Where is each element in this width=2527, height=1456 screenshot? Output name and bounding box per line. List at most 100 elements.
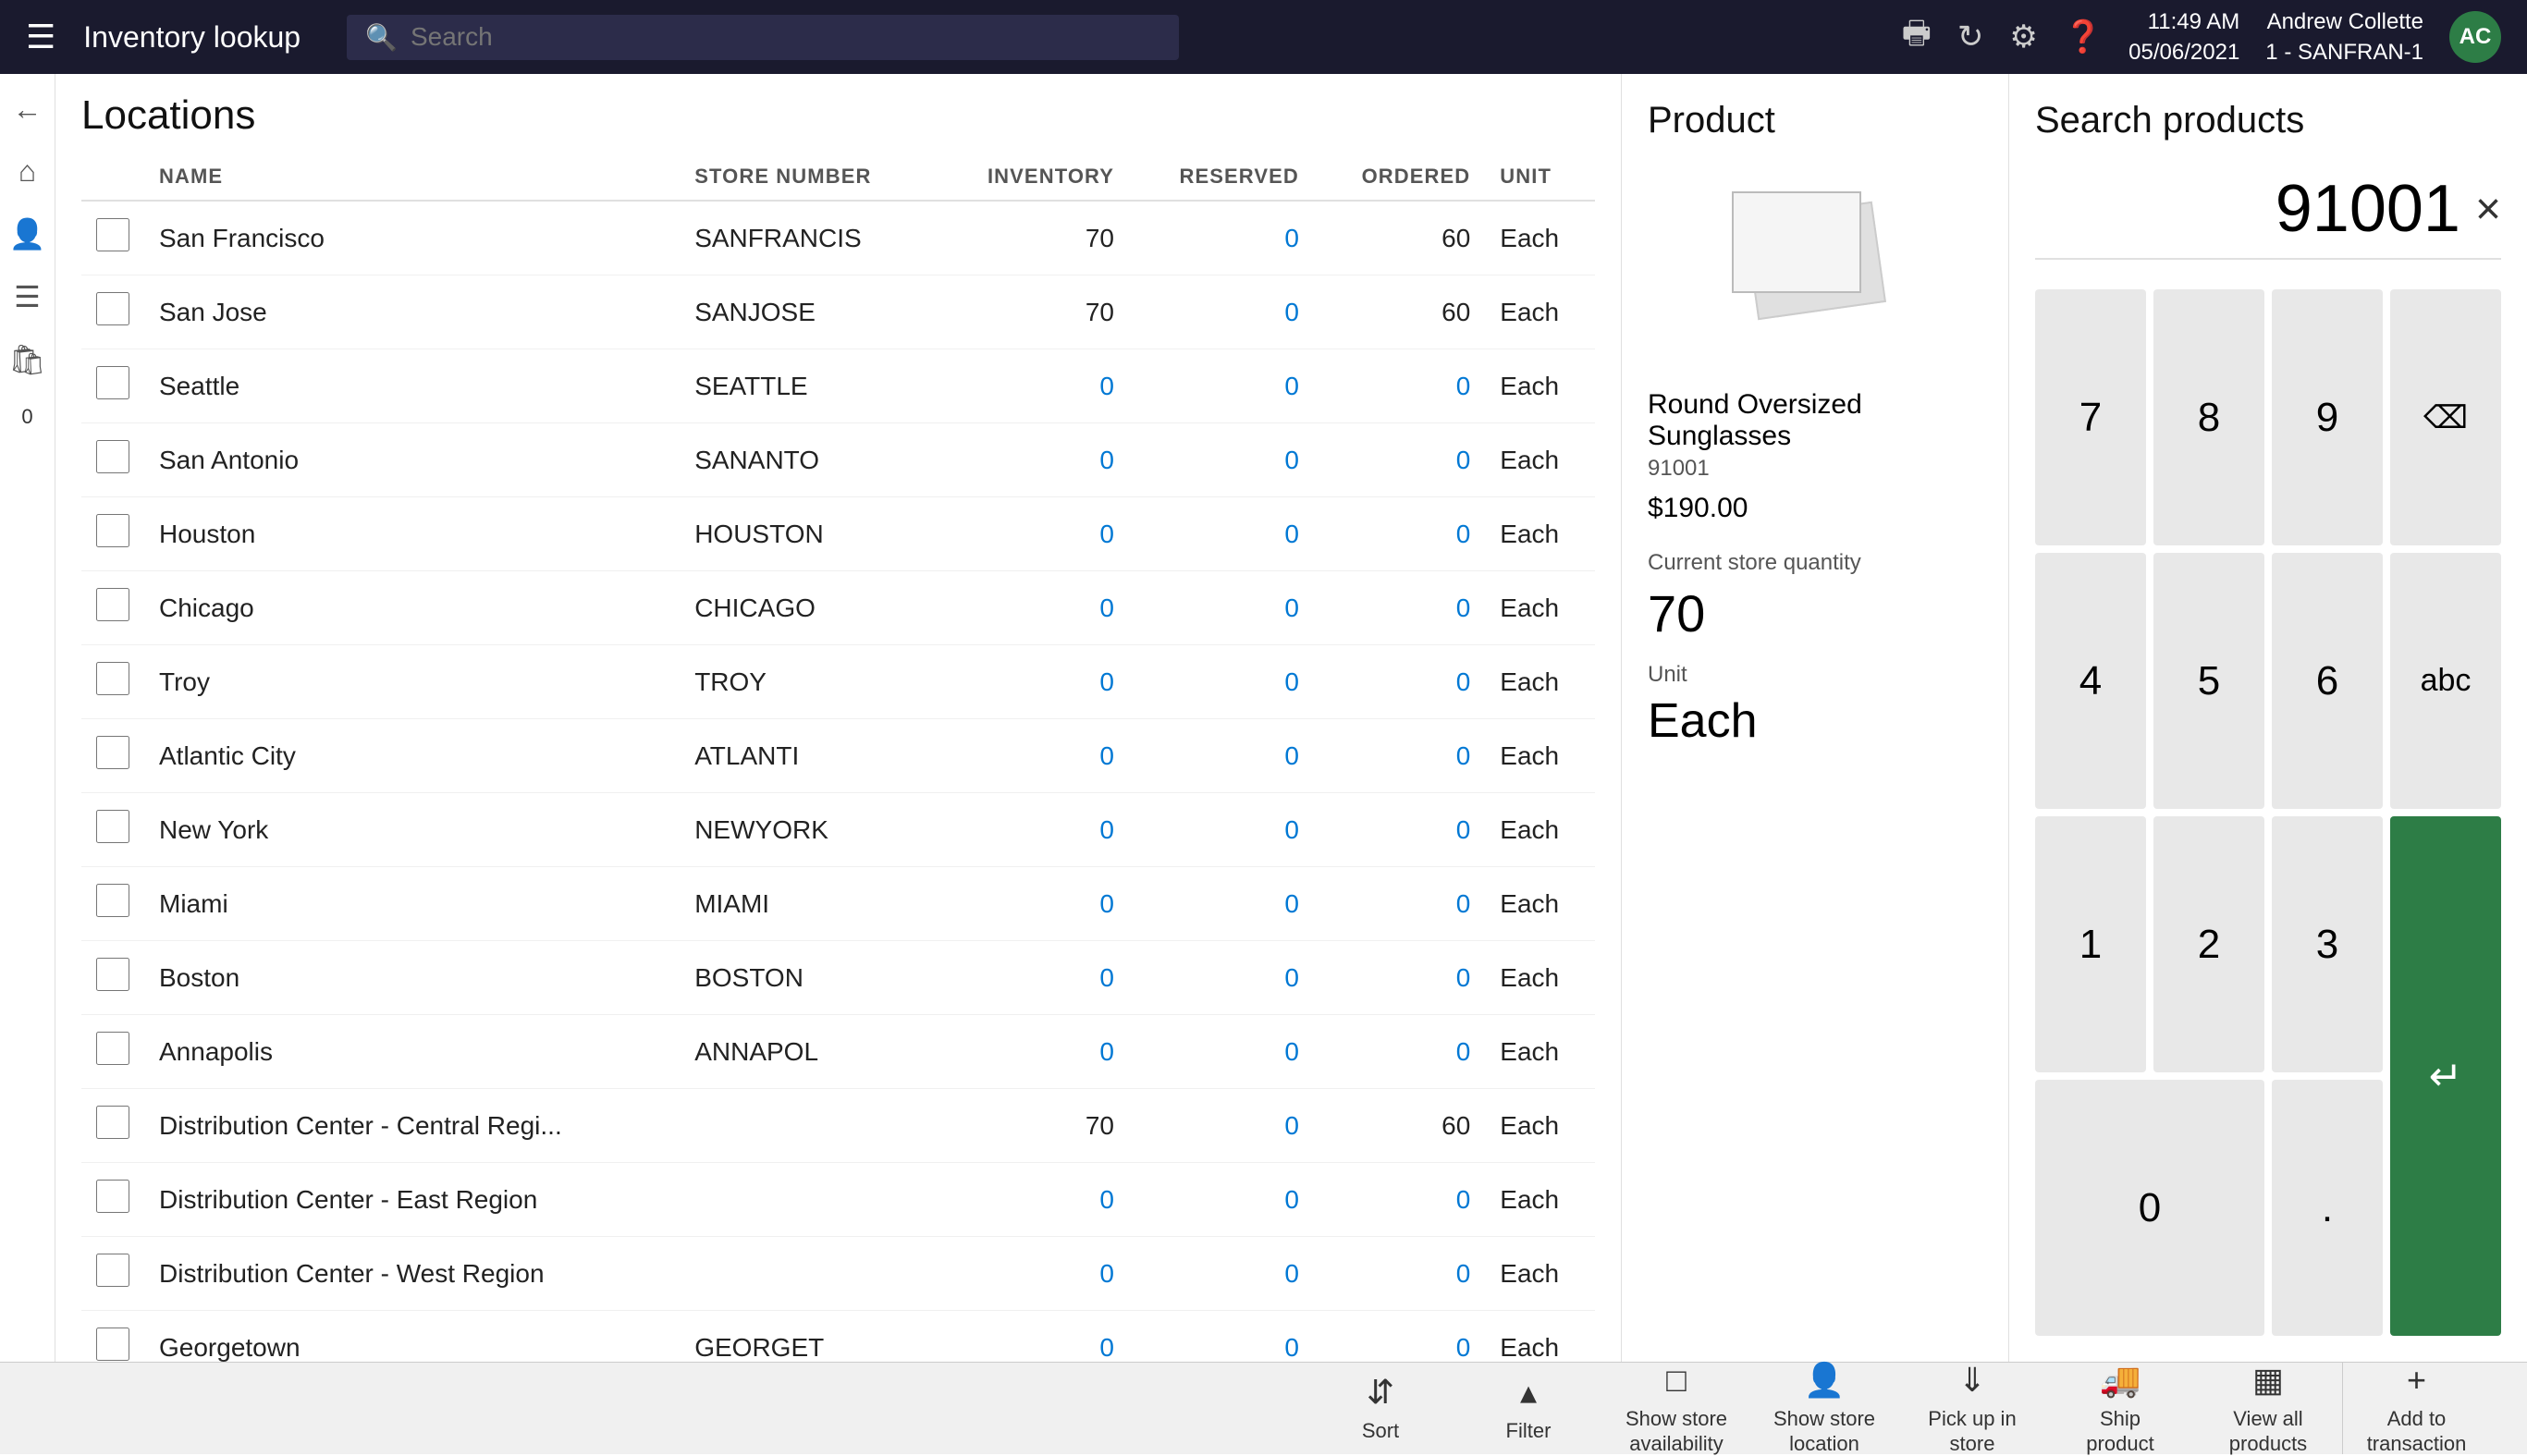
row-checkbox-8[interactable] [96, 810, 129, 843]
user-store: 1 - SANFRAN-1 [2265, 38, 2423, 67]
row-checkbox-2[interactable] [96, 366, 129, 399]
show-store-location-button[interactable]: 👤 Show storelocation [1750, 1363, 1898, 1454]
table-row: Georgetown GEORGET 0 0 0 Each [81, 1311, 1595, 1363]
numpad-2[interactable]: 2 [2153, 816, 2264, 1072]
row-checkbox-9[interactable] [96, 884, 129, 917]
product-img-front [1732, 191, 1861, 293]
left-sidebar: ← ⌂ 👤 ☰ 🛍 0 [0, 74, 55, 1362]
table-row: Seattle SEATTLE 0 0 0 Each [81, 349, 1595, 423]
row-store-number: TROY [680, 645, 935, 719]
row-checkbox-7[interactable] [96, 736, 129, 769]
row-check-cell [81, 1089, 144, 1163]
row-unit: Each [1485, 867, 1595, 941]
row-reserved: 0 [1129, 793, 1314, 867]
numpad-dot[interactable]: . [2272, 1080, 2383, 1336]
refresh-icon[interactable]: ↻ [1957, 18, 1984, 55]
numpad-7[interactable]: 7 [2035, 289, 2146, 545]
numpad-0[interactable]: 0 [2035, 1080, 2264, 1336]
sort-button[interactable]: ⇵ Sort [1306, 1363, 1454, 1454]
row-check-cell [81, 571, 144, 645]
row-name: Distribution Center - Central Regi... [144, 1089, 680, 1163]
search-input[interactable] [411, 22, 1160, 52]
row-check-cell [81, 423, 144, 497]
row-unit: Each [1485, 275, 1595, 349]
ship-icon: 🚚 [2100, 1361, 2141, 1400]
numpad-backspace[interactable]: ⌫ [2390, 289, 2501, 545]
person-icon[interactable]: 👤 [9, 216, 46, 251]
home-icon[interactable]: ⌂ [18, 154, 36, 189]
row-checkbox-3[interactable] [96, 440, 129, 473]
row-checkbox-1[interactable] [96, 292, 129, 325]
col-inventory: INVENTORY [936, 153, 1129, 201]
row-checkbox-13[interactable] [96, 1180, 129, 1213]
row-store-number [680, 1089, 935, 1163]
row-checkbox-10[interactable] [96, 958, 129, 991]
row-name: Annapolis [144, 1015, 680, 1089]
col-reserved: RESERVED [1129, 153, 1314, 201]
numpad-1[interactable]: 1 [2035, 816, 2146, 1072]
numpad-enter[interactable]: ↵ [2390, 816, 2501, 1336]
table-row: Distribution Center - West Region 0 0 0 … [81, 1237, 1595, 1311]
row-unit: Each [1485, 793, 1595, 867]
row-checkbox-12[interactable] [96, 1106, 129, 1139]
product-price: $190.00 [1648, 493, 1982, 524]
pick-up-store-button[interactable]: ⇓ Pick up instore [1898, 1363, 2046, 1454]
show-store-availability-button[interactable]: □ Show storeavailability [1602, 1363, 1750, 1454]
numpad-8[interactable]: 8 [2153, 289, 2264, 545]
numpad-3[interactable]: 3 [2272, 816, 2383, 1072]
bag-icon[interactable]: 🛍 [8, 342, 46, 377]
table-row: San Francisco SANFRANCIS 70 0 60 Each [81, 201, 1595, 275]
topbar-time: 11:49 AM [2148, 7, 2240, 36]
numpad-close-icon[interactable]: × [2475, 184, 2501, 235]
back-icon[interactable]: ← [13, 92, 43, 127]
row-reserved: 0 [1129, 645, 1314, 719]
monitor-icon[interactable]: 🖶 [1902, 11, 1932, 64]
row-reserved: 0 [1129, 423, 1314, 497]
numpad-4[interactable]: 4 [2035, 553, 2146, 809]
search-bar[interactable]: 🔍 [347, 15, 1179, 60]
row-ordered: 0 [1314, 497, 1485, 571]
row-reserved: 0 [1129, 201, 1314, 275]
numpad-abc[interactable]: abc [2390, 553, 2501, 809]
search-icon: 🔍 [365, 22, 398, 53]
row-unit: Each [1485, 1237, 1595, 1311]
help-icon[interactable]: ❓ [2064, 18, 2103, 55]
row-reserved: 0 [1129, 941, 1314, 1015]
row-checkbox-15[interactable] [96, 1328, 129, 1361]
hamburger-icon[interactable]: ☰ [26, 18, 55, 56]
numpad-9[interactable]: 9 [2272, 289, 2383, 545]
unit-value: Each [1648, 693, 1982, 749]
ship-label: Shipproduct [2086, 1407, 2153, 1456]
add-transaction-button[interactable]: + Add totransaction [2342, 1363, 2490, 1454]
show-store-location-label: Show storelocation [1773, 1407, 1875, 1456]
row-check-cell [81, 275, 144, 349]
row-name: Miami [144, 867, 680, 941]
numpad-5[interactable]: 5 [2153, 553, 2264, 809]
row-checkbox-0[interactable] [96, 218, 129, 251]
row-check-cell [81, 793, 144, 867]
filter-button[interactable]: ▴ Filter [1454, 1363, 1602, 1454]
row-checkbox-6[interactable] [96, 662, 129, 695]
numpad-6[interactable]: 6 [2272, 553, 2383, 809]
filter-label: Filter [1506, 1419, 1552, 1443]
row-name: Distribution Center - East Region [144, 1163, 680, 1237]
list-icon[interactable]: ☰ [14, 279, 41, 314]
row-inventory: 70 [936, 1089, 1129, 1163]
avatar[interactable]: AC [2449, 11, 2501, 63]
row-name: Seattle [144, 349, 680, 423]
row-checkbox-11[interactable] [96, 1032, 129, 1065]
bottom-toolbar: ⇵ Sort ▴ Filter □ Show storeavailability… [0, 1362, 2527, 1454]
row-reserved: 0 [1129, 1163, 1314, 1237]
row-checkbox-14[interactable] [96, 1254, 129, 1287]
ship-button[interactable]: 🚚 Shipproduct [2046, 1363, 2194, 1454]
row-check-cell [81, 719, 144, 793]
row-unit: Each [1485, 1311, 1595, 1363]
row-checkbox-4[interactable] [96, 514, 129, 547]
view-all-button[interactable]: ▦ View allproducts [2194, 1363, 2342, 1454]
cart-badge[interactable]: 0 [21, 405, 32, 429]
row-check-cell [81, 867, 144, 941]
topbar: ☰ Inventory lookup 🔍 🖶 ↻ ⚙ ❓ 11:49 AM 05… [0, 0, 2527, 74]
row-store-number [680, 1237, 935, 1311]
row-checkbox-5[interactable] [96, 588, 129, 621]
settings-icon[interactable]: ⚙ [2009, 18, 2037, 55]
